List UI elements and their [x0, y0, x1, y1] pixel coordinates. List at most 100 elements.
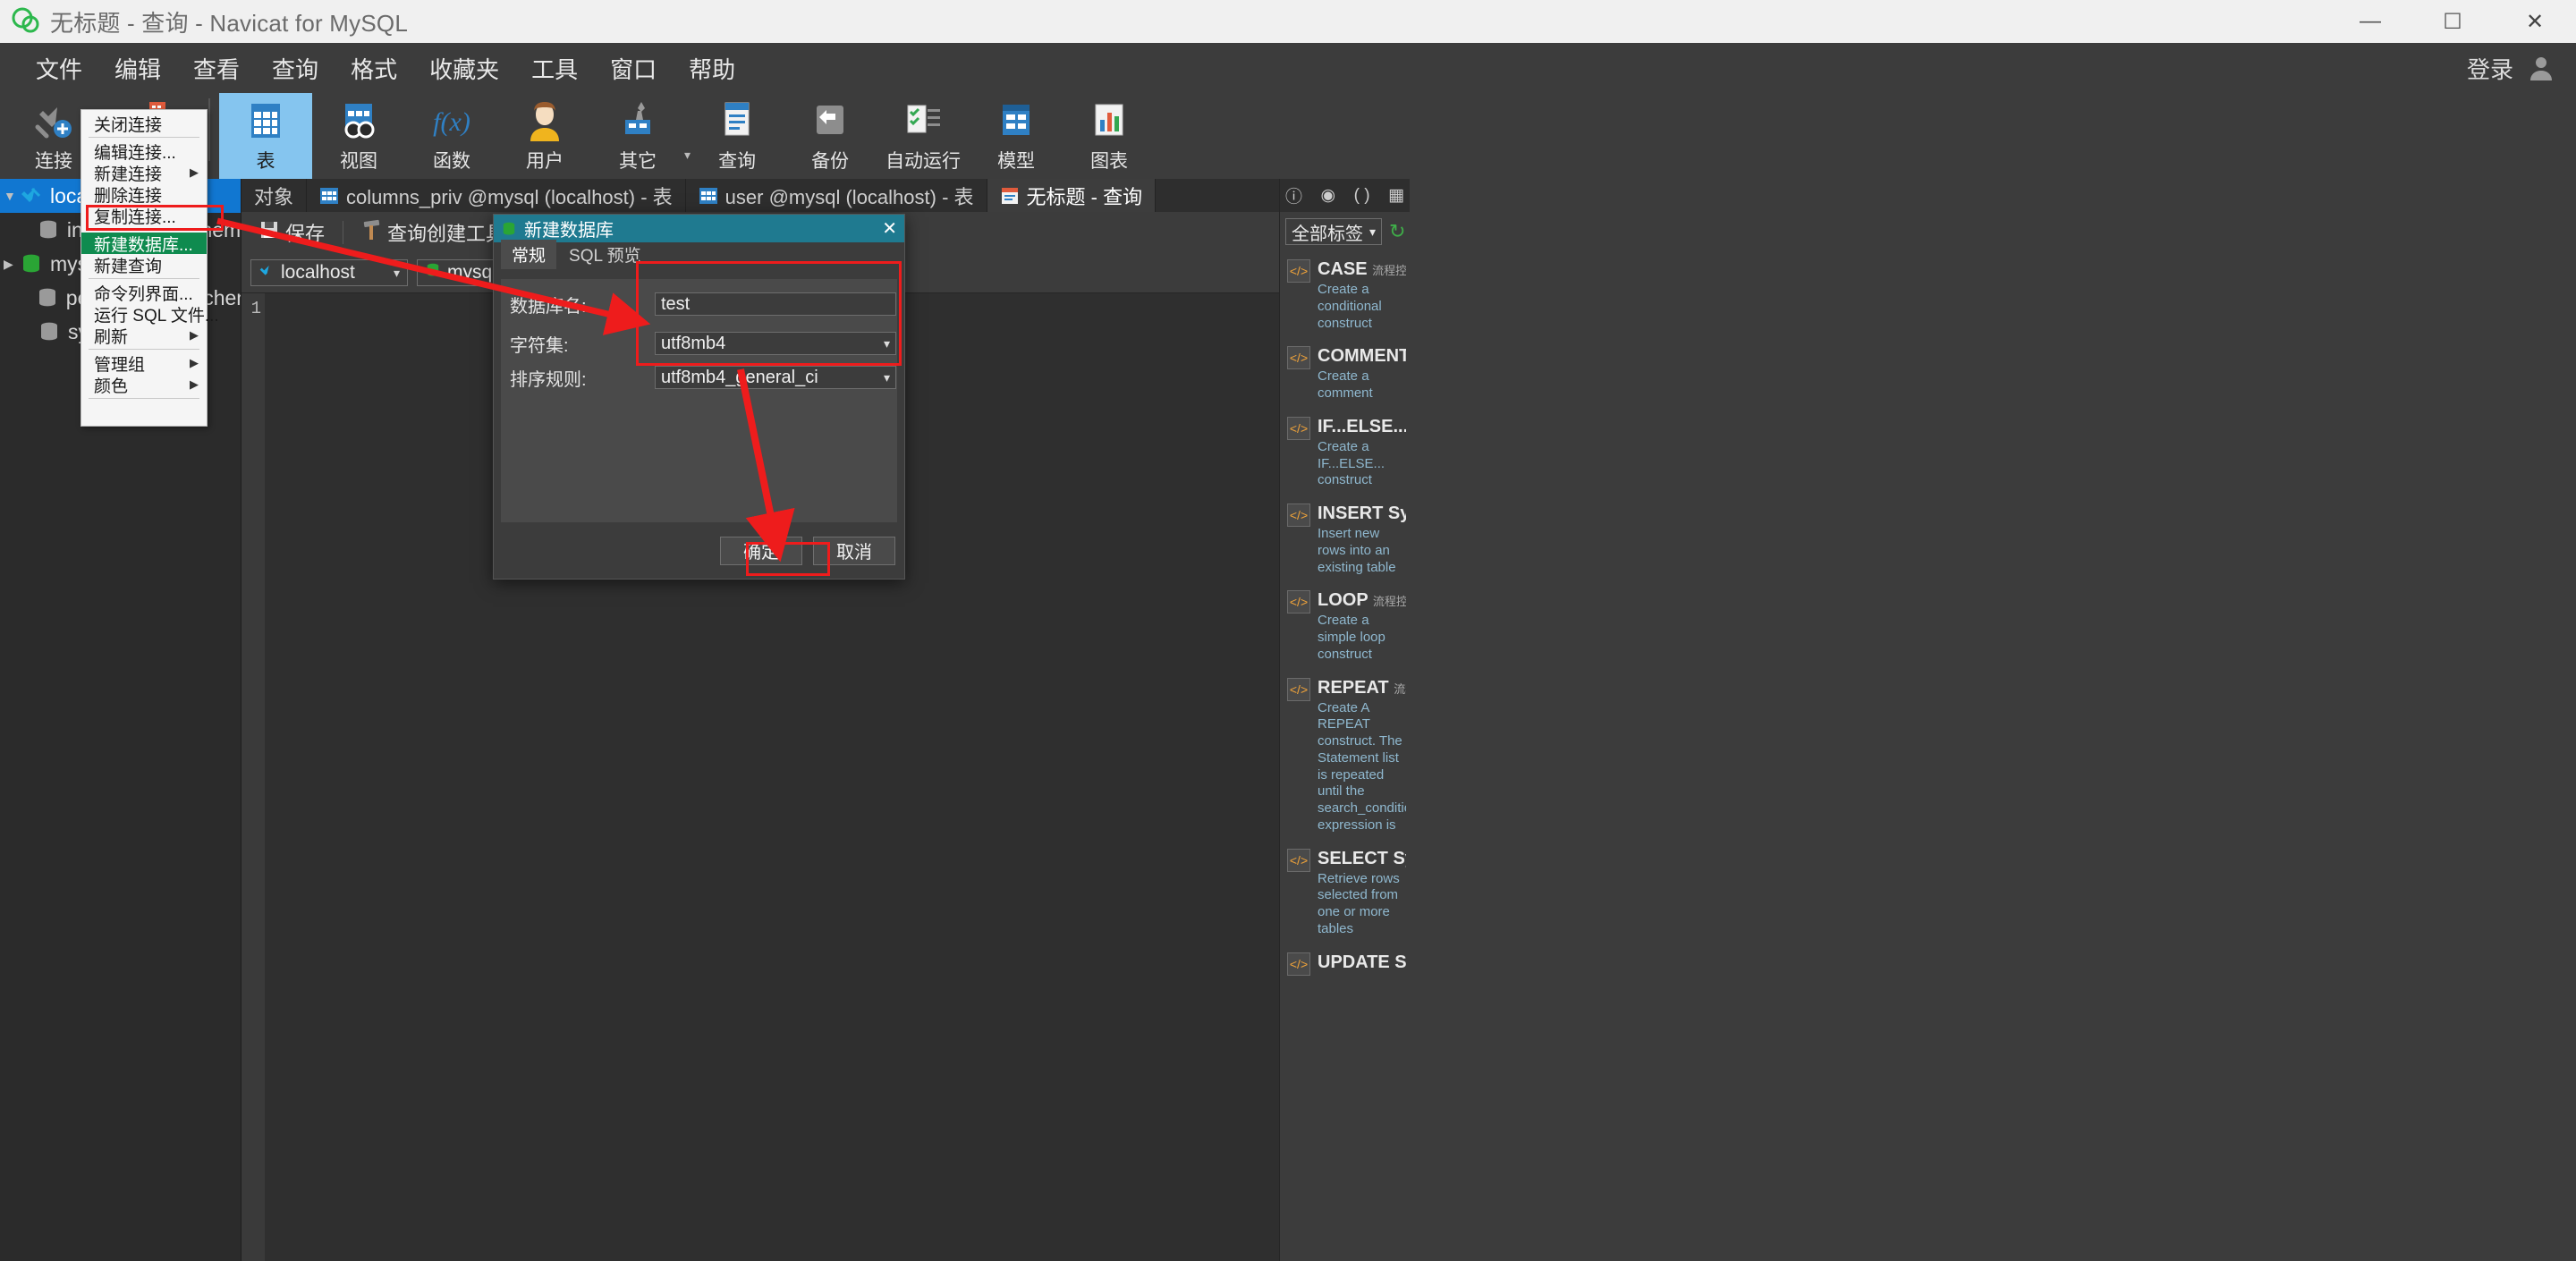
- table-grid-icon: [242, 100, 289, 143]
- refresh-green-icon[interactable]: ↻: [1389, 220, 1405, 243]
- tab-objects[interactable]: 对象: [242, 179, 308, 212]
- context-menu-separator: [89, 349, 199, 350]
- snippet-filter-select[interactable]: 全部标签 ▾: [1285, 218, 1382, 245]
- toolbar-function[interactable]: f(x) 函数: [405, 93, 498, 179]
- snippet-title: IF...ELSE...: [1318, 416, 1406, 436]
- editor-gutter: [242, 293, 265, 1261]
- connection-icon: [20, 185, 43, 207]
- backup-icon: [807, 100, 853, 143]
- list-item[interactable]: </> REPEAT 流程 Create A REPEAT construct.…: [1280, 671, 1410, 842]
- grid-icon[interactable]: ▦: [1388, 185, 1404, 206]
- list-item[interactable]: </> IF...ELSE... Create a IF...ELSE... c…: [1280, 410, 1410, 496]
- tab-columns-priv-label: columns_priv @mysql (localhost) - 表: [346, 185, 673, 208]
- menu-tools[interactable]: 工具: [515, 47, 594, 90]
- close-button[interactable]: ✕: [2494, 0, 2576, 43]
- list-item[interactable]: </> SELECT Sy Retrieve rows selected fro…: [1280, 842, 1410, 945]
- ctx-new-connection[interactable]: 新建连接 ▶: [81, 162, 207, 184]
- menu-view[interactable]: 查看: [177, 47, 256, 90]
- toolbar-table[interactable]: 表: [219, 93, 313, 179]
- toolbar-chart[interactable]: 图表: [1063, 93, 1156, 179]
- collapse-arrow-icon[interactable]: ▶: [4, 257, 20, 272]
- dialog-close-icon[interactable]: ✕: [882, 217, 897, 240]
- collation-select[interactable]: utf8mb4_general_ci ▾: [655, 366, 896, 389]
- collation-label: 排序规则:: [510, 369, 587, 390]
- list-item[interactable]: </> LOOP 流程控 Create a simple loop constr…: [1280, 583, 1410, 670]
- database-name-input[interactable]: test: [655, 292, 896, 316]
- toolbar-view[interactable]: 视图: [312, 93, 405, 179]
- dialog-tab-sql-preview[interactable]: SQL 预览: [558, 240, 652, 269]
- dialog-cancel-button[interactable]: 取消: [813, 536, 895, 565]
- chevron-down-icon[interactable]: ▾: [394, 266, 400, 281]
- connection-plug-icon: [30, 100, 77, 143]
- list-item[interactable]: </> UPDATE S: [1280, 945, 1410, 983]
- connection-combo[interactable]: localhost ▾: [250, 259, 408, 286]
- ctx-close-connection[interactable]: 关闭连接: [81, 113, 207, 135]
- snippet-desc: Create A REPEAT construct. The Statement…: [1318, 699, 1406, 833]
- ctx-run-sql-file[interactable]: 运行 SQL 文件...: [81, 303, 219, 326]
- menu-edit[interactable]: 编辑: [98, 47, 177, 90]
- chevron-down-icon[interactable]: ▾: [884, 336, 890, 351]
- menu-bar: 文件 编辑 查看 查询 格式 收藏夹 工具 窗口 帮助: [0, 43, 2576, 93]
- chevron-down-icon[interactable]: ▾: [1369, 224, 1376, 240]
- editor-tab-bar: 对象 columns_priv @mysql (localhost) - 表 u…: [242, 179, 1279, 212]
- dialog-title-bar: 新建数据库 ✕: [494, 215, 904, 242]
- ctx-new-query[interactable]: 新建查询: [81, 254, 207, 276]
- toolbar-function-label: 函数: [433, 151, 471, 172]
- dialog-tab-general[interactable]: 常规: [501, 240, 557, 269]
- toolbar-automation[interactable]: 自动运行: [877, 93, 970, 179]
- ctx-delete-connection[interactable]: 删除连接: [81, 183, 207, 206]
- ctx-command-line[interactable]: 命令列界面...: [81, 282, 207, 304]
- toolbar-user[interactable]: 用户: [498, 93, 591, 179]
- right-panel: ⓘ ◉ ( ) ▦ 全部标签 ▾ ↻ </> CASE 流程控制 Create …: [1279, 179, 2576, 1261]
- ctx-copy-connection[interactable]: 复制连接...: [81, 205, 207, 227]
- ctx-edit-connection[interactable]: 编辑连接...: [81, 140, 207, 163]
- menu-favorites[interactable]: 收藏夹: [413, 47, 515, 90]
- hammer-icon: [361, 219, 381, 246]
- dialog-ok-button[interactable]: 确定: [720, 536, 802, 565]
- info-circle-icon[interactable]: ⓘ: [1285, 183, 1302, 207]
- snippet-tag: 流程控制: [1372, 264, 1406, 277]
- function-fx-icon: f(x): [428, 100, 475, 143]
- menu-format[interactable]: 格式: [335, 47, 413, 90]
- eye-icon[interactable]: ◉: [1321, 185, 1336, 206]
- tab-columns-priv[interactable]: columns_priv @mysql (localhost) - 表: [307, 179, 686, 212]
- menu-file[interactable]: 文件: [20, 47, 98, 90]
- tab-untitled-query-label: 无标题 - 查询: [1026, 185, 1143, 208]
- chevron-down-icon[interactable]: ▾: [884, 370, 890, 385]
- charset-label: 字符集:: [510, 335, 569, 356]
- qt-query-builder[interactable]: 查询创建工具: [354, 215, 513, 250]
- toolbar-backup[interactable]: 备份: [784, 93, 877, 179]
- menu-window[interactable]: 窗口: [594, 47, 673, 90]
- login-area[interactable]: 登录: [2467, 43, 2556, 93]
- qt-save[interactable]: 保存: [252, 215, 332, 250]
- ctx-manage-group[interactable]: 管理组 ▶: [81, 352, 207, 375]
- parentheses-icon[interactable]: ( ): [1354, 186, 1370, 206]
- toolbar-connection-label: 连接: [35, 151, 72, 172]
- code-snippet-icon: </>: [1287, 677, 1310, 701]
- connection-icon: [258, 262, 275, 284]
- maximize-button[interactable]: ☐: [2411, 0, 2494, 43]
- menu-help[interactable]: 帮助: [673, 47, 751, 90]
- toolbar-query[interactable]: 查询: [691, 93, 784, 179]
- other-dropdown-caret-icon[interactable]: ▾: [684, 148, 691, 163]
- ctx-refresh-2[interactable]: [81, 402, 207, 423]
- toolbar-other[interactable]: 其它: [591, 93, 684, 179]
- login-label: 登录: [2466, 55, 2513, 83]
- snippet-list[interactable]: </> CASE 流程控制 Create a conditional const…: [1280, 252, 1410, 1261]
- minimize-button[interactable]: —: [2329, 0, 2411, 43]
- toolbar-model[interactable]: 模型: [970, 93, 1063, 179]
- menu-query[interactable]: 查询: [256, 47, 335, 90]
- snippet-tag: 流程: [1394, 681, 1406, 696]
- tab-user[interactable]: user @mysql (localhost) - 表: [686, 179, 987, 212]
- ctx-refresh-1[interactable]: 刷新 ▶: [81, 325, 207, 347]
- expand-arrow-icon[interactable]: ▼: [4, 189, 20, 203]
- list-item[interactable]: </> COMMENT Create a comment: [1280, 339, 1410, 410]
- list-item[interactable]: </> CASE 流程控制 Create a conditional const…: [1280, 252, 1410, 339]
- charset-select[interactable]: utf8mb4 ▾: [655, 332, 896, 355]
- code-snippet-icon: </>: [1287, 259, 1310, 283]
- tab-untitled-query[interactable]: 无标题 - 查询: [987, 179, 1157, 212]
- toolbar-chart-label: 图表: [1090, 151, 1129, 172]
- ctx-new-database[interactable]: 新建数据库...: [81, 233, 207, 255]
- list-item[interactable]: </> INSERT Sy Insert new rows into an ex…: [1280, 496, 1410, 583]
- ctx-color[interactable]: 颜色 ▶: [81, 374, 207, 396]
